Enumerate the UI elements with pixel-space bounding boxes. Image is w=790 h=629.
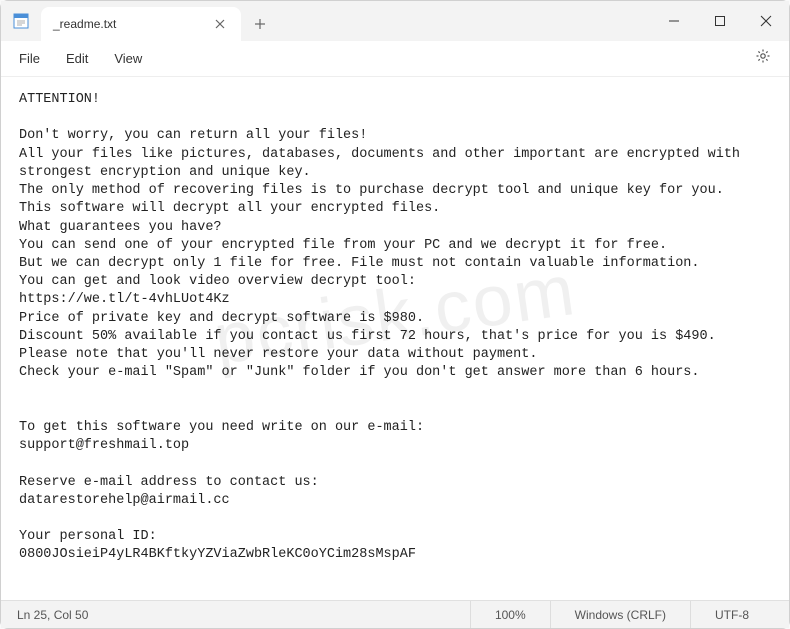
menu-edit[interactable]: Edit <box>58 47 106 70</box>
menu-view[interactable]: View <box>106 47 160 70</box>
status-zoom[interactable]: 100% <box>470 601 550 628</box>
tab-title: _readme.txt <box>53 17 116 31</box>
tab-readme[interactable]: _readme.txt <box>41 7 241 41</box>
status-encoding[interactable]: UTF-8 <box>690 601 773 628</box>
statusbar: Ln 25, Col 50 100% Windows (CRLF) UTF-8 <box>1 600 789 628</box>
title-bar: _readme.txt <box>1 1 789 41</box>
minimize-button[interactable] <box>651 1 697 41</box>
new-tab-button[interactable] <box>245 9 275 39</box>
maximize-button[interactable] <box>697 1 743 41</box>
text-content[interactable]: ATTENTION! Don't worry, you can return a… <box>1 77 789 602</box>
notepad-app-icon <box>1 1 41 41</box>
window-controls <box>651 1 789 41</box>
close-tab-icon[interactable] <box>211 14 229 34</box>
status-eol[interactable]: Windows (CRLF) <box>550 601 690 628</box>
gear-icon[interactable] <box>747 44 779 73</box>
close-window-button[interactable] <box>743 1 789 41</box>
status-cursor-position: Ln 25, Col 50 <box>17 608 470 622</box>
menu-file[interactable]: File <box>11 47 58 70</box>
menubar: File Edit View <box>1 41 789 77</box>
